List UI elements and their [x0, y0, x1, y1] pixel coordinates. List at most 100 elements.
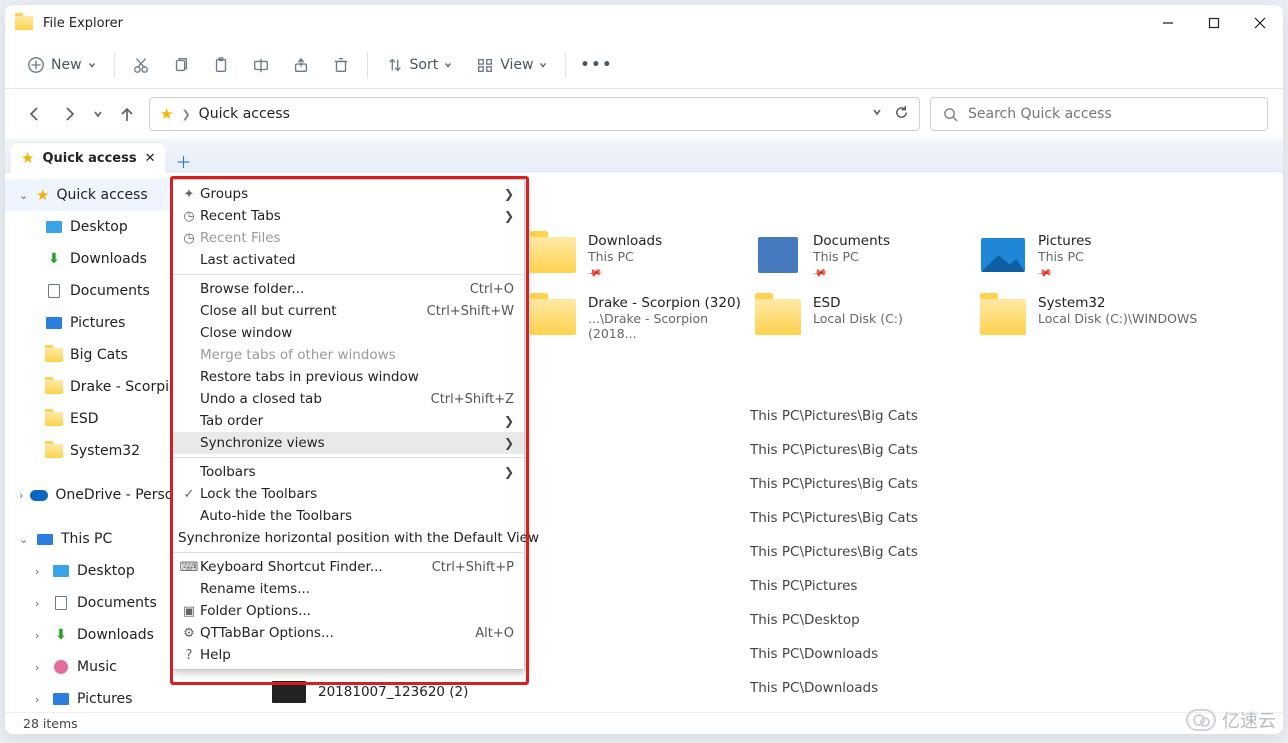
pin-icon: 📌 [586, 265, 603, 281]
sidebar-item-onedrive[interactable]: ›OneDrive - Personal [5, 479, 170, 511]
menu-item[interactable]: Rename items... [172, 578, 524, 600]
add-tab-button[interactable]: ＋ [171, 149, 195, 173]
menu-item[interactable]: ✦Groups❯ [172, 183, 524, 205]
tile-title: Documents [813, 233, 890, 249]
folder-tile[interactable]: Drake - Scorpion (320)...\Drake - Scorpi… [530, 293, 755, 355]
menu-item[interactable]: Close all but currentCtrl+Shift+W [172, 300, 524, 322]
minimize-button[interactable] [1145, 5, 1191, 41]
file-row[interactable]: 20181007_123620 (2) [272, 681, 468, 703]
pictures-icon [981, 238, 1025, 272]
menu-item-label: Help [200, 647, 514, 663]
menu-item[interactable]: Undo a closed tabCtrl+Shift+Z [172, 388, 524, 410]
view-label: View [500, 57, 533, 73]
back-button[interactable] [23, 102, 47, 126]
more-button[interactable]: ••• [574, 48, 619, 82]
rename-button[interactable] [243, 48, 279, 82]
list-row[interactable]: This PC\Pictures [750, 578, 1270, 594]
menu-item-label: Restore tabs in previous window [200, 369, 514, 385]
sidebar-item-pc-pictures[interactable]: ›Pictures [5, 683, 170, 712]
menu-item[interactable]: Close window [172, 322, 524, 344]
forward-button[interactable] [57, 102, 81, 126]
folder-tile[interactable]: PicturesThis PC📌 [980, 231, 1205, 293]
view-button[interactable]: View [466, 48, 557, 82]
sidebar-item-this-pc[interactable]: ⌄This PC [5, 523, 170, 555]
refresh-button[interactable] [894, 105, 909, 124]
sidebar-item-pc-music[interactable]: ›Music [5, 651, 170, 683]
list-row[interactable]: This PC\Pictures\Big Cats [750, 442, 1270, 458]
sidebar-item-esd[interactable]: ESD [5, 403, 170, 435]
paste-button[interactable] [203, 48, 239, 82]
sort-button[interactable]: Sort [376, 48, 463, 82]
sidebar-item-pc-downloads[interactable]: ›⬇Downloads [5, 619, 170, 651]
menu-item[interactable]: Synchronize horizontal position with the… [172, 527, 524, 549]
maximize-button[interactable] [1191, 5, 1237, 41]
menu-item-label: Folder Options... [200, 603, 514, 619]
folder-tile[interactable]: ESDLocal Disk (C:) [755, 293, 980, 355]
watermark-logo-icon [1186, 709, 1216, 731]
recent-locations-button[interactable] [91, 102, 105, 126]
menu-item[interactable]: ✓Lock the Toolbars [172, 483, 524, 505]
folder-tile[interactable]: DocumentsThis PC📌 [755, 231, 980, 293]
menu-shortcut: Ctrl+O [470, 282, 514, 297]
sidebar-item-pc-documents[interactable]: ›Documents [5, 587, 170, 619]
menu-item-label: QTTabBar Options... [200, 625, 475, 641]
menu-item[interactable]: Auto-hide the Toolbars [172, 505, 524, 527]
menu-item[interactable]: Synchronize views❯ [172, 432, 524, 454]
menu-item[interactable]: ⚙QTTabBar Options...Alt+O [172, 622, 524, 644]
sidebar-item-big-cats[interactable]: Big Cats [5, 339, 170, 371]
tab-quick-access[interactable]: ★ Quick access ✕ [11, 143, 165, 173]
sidebar-item-downloads[interactable]: ⬇Downloads [5, 243, 170, 275]
folder-tile[interactable]: System32Local Disk (C:)\WINDOWS [980, 293, 1205, 355]
search-box[interactable] [930, 97, 1268, 131]
delete-button[interactable] [323, 48, 359, 82]
sidebar-item-pc-desktop[interactable]: ›Desktop [5, 555, 170, 587]
menu-item[interactable]: ▣Folder Options... [172, 600, 524, 622]
sidebar-item-quick-access[interactable]: ⌄★Quick access [5, 179, 170, 211]
address-bar[interactable]: ★ ❯ Quick access [149, 97, 920, 131]
menu-item[interactable]: Last activated [172, 249, 524, 271]
close-button[interactable] [1237, 5, 1283, 41]
sidebar-item-pictures[interactable]: Pictures [5, 307, 170, 339]
menu-item[interactable]: ◷Recent Tabs❯ [172, 205, 524, 227]
search-input[interactable] [968, 106, 1255, 122]
menu-shortcut: Ctrl+Shift+P [432, 560, 514, 575]
clock-dim-icon: ◷ [178, 231, 200, 246]
sidebar-item-drake[interactable]: Drake - Scorpion (320) [5, 371, 170, 403]
menu-item[interactable]: ?Help [172, 644, 524, 666]
pin-icon: 📌 [1036, 265, 1053, 281]
navigation-row: ★ ❯ Quick access [5, 89, 1283, 139]
menu-item[interactable]: Restore tabs in previous window [172, 366, 524, 388]
list-row[interactable]: This PC\Pictures\Big Cats [750, 476, 1270, 492]
list-row[interactable]: This PC\Pictures\Big Cats [750, 544, 1270, 560]
menu-shortcut: Alt+O [475, 626, 514, 641]
list-row[interactable]: This PC\Downloads [750, 680, 1270, 696]
up-button[interactable] [115, 102, 139, 126]
star-burst-icon: ✦ [178, 187, 200, 202]
menu-item-label: Merge tabs of other windows [200, 347, 514, 363]
status-bar: 28 items [5, 712, 1283, 734]
sort-label: Sort [410, 57, 439, 73]
cut-button[interactable] [123, 48, 159, 82]
folder-tile[interactable]: DownloadsThis PC📌 [530, 231, 755, 293]
menu-item[interactable]: Browse folder...Ctrl+O [172, 278, 524, 300]
tab-close-icon[interactable]: ✕ [145, 151, 156, 166]
gear-icon: ⚙ [178, 626, 200, 641]
menu-item[interactable]: ⌨Keyboard Shortcut Finder...Ctrl+Shift+P [172, 556, 524, 578]
sidebar-item-system32[interactable]: System32 [5, 435, 170, 467]
list-row[interactable]: This PC\Pictures\Big Cats [750, 408, 1270, 424]
list-row[interactable]: This PC\Desktop [750, 612, 1270, 628]
app-title: File Explorer [43, 16, 123, 31]
sidebar-item-documents[interactable]: Documents [5, 275, 170, 307]
list-row[interactable]: This PC\Pictures\Big Cats [750, 510, 1270, 526]
new-button[interactable]: New [17, 48, 106, 82]
tile-subtitle: This PC [813, 249, 890, 264]
tile-title: System32 [1038, 295, 1197, 311]
menu-item[interactable]: Toolbars❯ [172, 461, 524, 483]
copy-button[interactable] [163, 48, 199, 82]
address-dropdown-icon[interactable] [872, 105, 882, 124]
share-button[interactable] [283, 48, 319, 82]
menu-item[interactable]: Tab order❯ [172, 410, 524, 432]
list-row[interactable]: This PC\Downloads [750, 646, 1270, 662]
sidebar-item-desktop[interactable]: Desktop [5, 211, 170, 243]
menu-item-label: Toolbars [200, 464, 496, 480]
